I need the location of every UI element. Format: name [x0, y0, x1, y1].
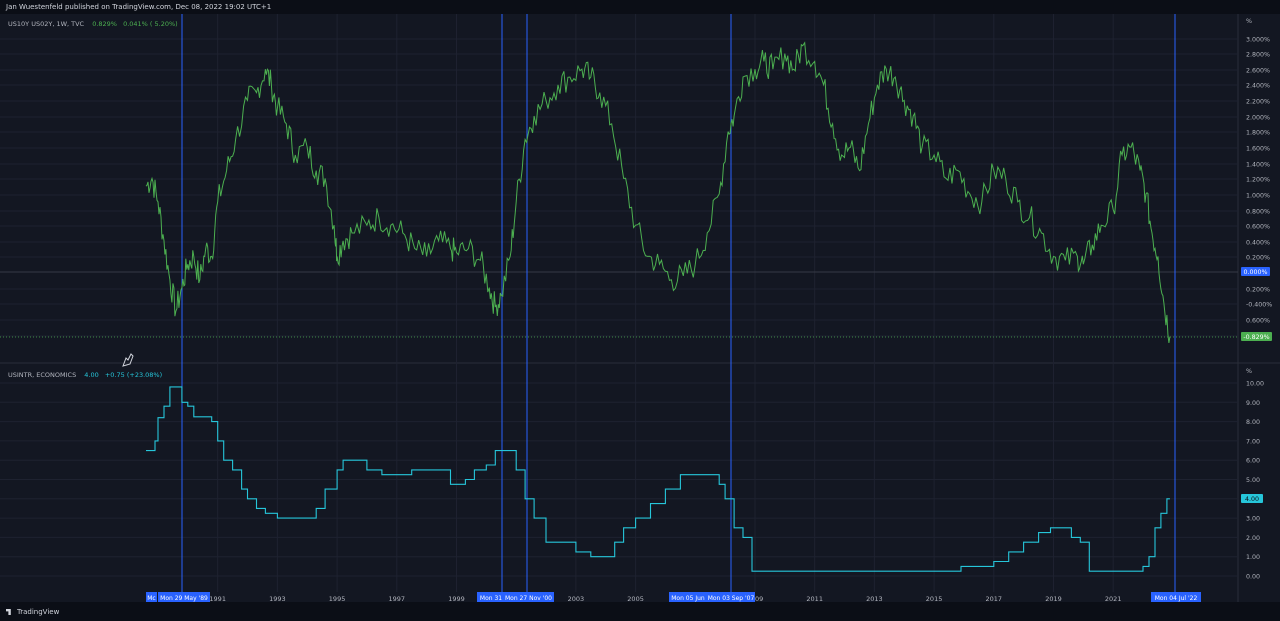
x-tick-label: 1999 [448, 595, 465, 602]
x-tick-label: 1997 [389, 595, 406, 602]
y-tick-label-top: 0.400% [1246, 240, 1270, 247]
y-tick-label-top: 3.000% [1246, 37, 1270, 44]
chart-svg[interactable]: 1991199319951997199920032005200920112013… [0, 14, 1280, 603]
x-tick-label: 2015 [926, 595, 943, 602]
y-tick-label-top: 0.600% [1246, 318, 1270, 325]
tradingview-logo-icon [6, 609, 11, 615]
time-badge-text: Mon 05 Jun [671, 595, 705, 602]
y-tick-label-top: 2.400% [1246, 83, 1270, 90]
y-tick-label-top: 1.400% [1246, 162, 1270, 169]
y-tick-label-bottom: 1.00 [1246, 554, 1260, 561]
y-tick-label-top: 0.200% [1246, 287, 1270, 294]
y-tick-label-bottom: 3.00 [1246, 516, 1260, 523]
y-tick-label-top: -0.400% [1246, 302, 1272, 309]
rate-price-badge-text: 4.00 [1245, 496, 1259, 503]
time-badge-text: Mc [147, 595, 155, 602]
y-tick-label-bottom: 2.00 [1246, 535, 1260, 542]
x-tick-label: 2021 [1105, 595, 1122, 602]
chart-area[interactable]: 1991199319951997199920032005200920112013… [0, 14, 1280, 603]
y-tick-label-top: 0.600% [1246, 224, 1270, 231]
footer-bar: TradingView [0, 602, 1280, 621]
y-tick-label-bottom: 7.00 [1246, 438, 1260, 445]
x-tick-label: 1991 [209, 595, 226, 602]
publisher-line: Jan Wuestenfeld published on TradingView… [6, 3, 272, 11]
bottom-legend-symbol: USINTR, ECONOMICS [8, 371, 77, 379]
y-tick-label-top: 2.800% [1246, 52, 1270, 59]
x-tick-label: 2013 [866, 595, 883, 602]
bottom-axis-unit: % [1246, 368, 1252, 375]
last-price-badge-text: -0.829% [1243, 334, 1269, 341]
top-legend[interactable]: US10Y US02Y, 1W, TVC 0.829% 0.041% ( 5.2… [8, 20, 178, 28]
y-tick-label-bottom: 5.00 [1246, 477, 1260, 484]
time-badge-text: Mon 27 Nov '00 [505, 595, 552, 602]
bottom-legend-value: 4.00 [84, 371, 99, 379]
zero-price-badge-text: 0.000% [1243, 269, 1267, 276]
y-tick-label-top: 2.000% [1246, 115, 1270, 122]
bottom-legend-change: +0.75 (+23.08%) [104, 371, 163, 379]
x-tick-label: 1995 [329, 595, 346, 602]
y-tick-label-top: 1.600% [1246, 146, 1270, 153]
top-legend-change: 0.041% ( 5.20%) [123, 20, 178, 28]
top-legend-value: 0.829% [92, 20, 117, 28]
y-tick-label-bottom: 8.00 [1246, 419, 1260, 426]
tradingview-logo[interactable]: TradingView [6, 608, 59, 616]
publisher-bar: Jan Wuestenfeld published on TradingView… [0, 0, 1280, 14]
y-tick-label-bottom: 9.00 [1246, 400, 1260, 407]
top-legend-symbol: US10Y US02Y, 1W, TVC [8, 20, 85, 28]
x-tick-label: 1993 [269, 595, 286, 602]
y-tick-label-top: 1.000% [1246, 193, 1270, 200]
bottom-legend[interactable]: USINTR, ECONOMICS 4.00 +0.75 (+23.08%) [8, 371, 162, 379]
x-tick-label: 2003 [568, 595, 585, 602]
time-badge-text: Mon 04 Jul '22 [1155, 595, 1198, 602]
y-tick-label-top: 1.800% [1246, 130, 1270, 137]
x-tick-label: 2011 [806, 595, 823, 602]
x-tick-label: 2017 [986, 595, 1003, 602]
y-tick-label-top: 0.200% [1246, 255, 1270, 262]
y-tick-label-bottom: 6.00 [1246, 458, 1260, 465]
chart-background [0, 14, 1280, 602]
y-tick-label-top: 2.600% [1246, 68, 1270, 75]
tradingview-logo-text: TradingView [17, 608, 60, 616]
time-badge-text: Mon 29 May '89 [160, 595, 208, 602]
y-tick-label-bottom: 0.00 [1246, 574, 1260, 581]
time-badge-text: Mon 31 [480, 595, 502, 602]
y-tick-label-bottom: 10.00 [1246, 381, 1264, 388]
y-tick-label-top: 2.200% [1246, 99, 1270, 106]
y-tick-label-top: 1.200% [1246, 177, 1270, 184]
top-axis-unit: % [1246, 18, 1252, 25]
x-tick-label: 2019 [1045, 595, 1062, 602]
time-badge-text: Mon 03 Sep '07 [708, 595, 755, 602]
x-tick-label: 2005 [627, 595, 644, 602]
y-tick-label-top: 0.800% [1246, 209, 1270, 216]
